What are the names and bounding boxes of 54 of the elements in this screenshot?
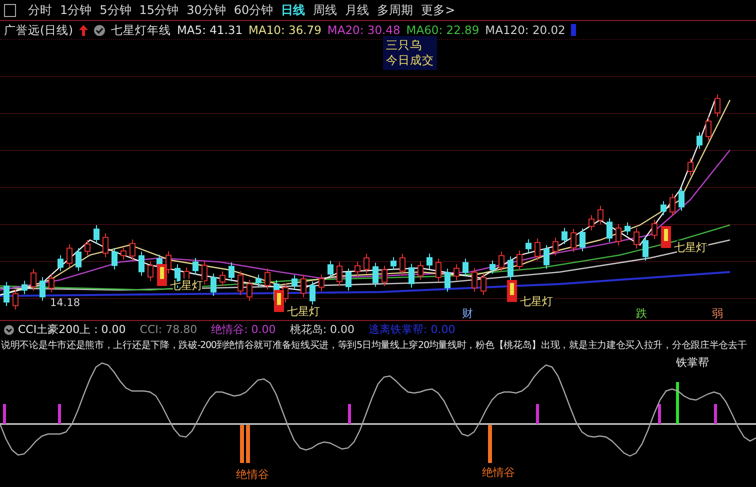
menu-icon[interactable] [4,4,16,16]
note-text: 三只乌 [386,38,423,53]
signal-bar [348,404,351,424]
period-tab[interactable]: 周线 [313,2,338,18]
moving-average-value: MA5: 41.31 [176,23,243,37]
moving-average-value: MA10: 36.79 [248,23,322,37]
note-text: 今日成交 [386,53,434,68]
legend-swatch [571,24,576,36]
indicator-value: 逃离铁掌帮: 0.00 [368,322,456,337]
indicator-name: 七星灯年线 [110,22,171,38]
lamp-signal-icon [507,280,517,302]
signal-label: 绝情谷 [236,468,269,481]
up-arrow-icon [78,24,88,36]
period-tab[interactable]: 更多> [421,2,456,18]
stock-name: 广誉远(日线) [4,22,73,38]
period-tab[interactable]: 多周期 [377,2,414,18]
signal-label: 七星灯 [287,305,320,318]
period-tab[interactable]: 30分钟 [186,2,226,18]
signal-bar [240,425,244,463]
signal-bar [714,404,717,424]
low-price-label: 14.18 [50,297,80,309]
check-circle-icon[interactable] [94,24,105,36]
indicator-value: 绝情谷: 0.00 [211,322,276,337]
description-text: 说明不论是牛市还是熊市，上行还是下降，跌破-200到绝情谷就可准备短线买进，等到5日均量线上穿20均量线时，粉色【桃花岛】出现，就是主力建仓买入拉升，分仓跟庄半仓去干 [0,339,748,353]
period-tab[interactable]: 分时 [28,2,52,18]
signal-label: 跌 [636,307,647,320]
indicator-value: CCI: 78.80 [140,323,198,336]
lamp-signal-icon [661,226,671,248]
signal-label: 弱 [712,307,723,320]
signal-bar [536,404,539,424]
signal-bar [3,404,6,424]
period-tab[interactable]: 15分钟 [139,2,179,18]
lamp-signal-icon [157,264,167,286]
chevron-circle-icon[interactable] [4,324,14,334]
period-tab[interactable]: 月线 [345,2,370,18]
signal-bar [246,425,250,463]
signal-label: 财 [462,307,473,320]
signal-bar [58,404,61,424]
period-tab[interactable]: 1分钟 [60,2,92,18]
period-tab[interactable]: 60分钟 [234,2,274,18]
signal-label: 铁掌帮 [676,356,709,369]
signal-bar [658,404,661,424]
period-tab[interactable]: 5分钟 [100,2,132,18]
indicator-value: 桃花岛: 0.00 [290,322,355,337]
moving-average-value: MA20: 30.48 [327,23,400,37]
signal-bar [488,425,492,463]
indicator-value: CCI土豪200上 : 0.00 [18,322,126,337]
signal-label: 绝情谷 [482,466,515,479]
moving-average-value: MA120: 20.02 [485,23,566,37]
moving-average-value: MA60: 22.89 [406,23,480,37]
signal-label: 七星灯 [520,295,553,308]
lamp-signal-icon [274,290,284,312]
period-tab[interactable]: 日线 [281,2,306,18]
signal-bar [676,382,679,424]
